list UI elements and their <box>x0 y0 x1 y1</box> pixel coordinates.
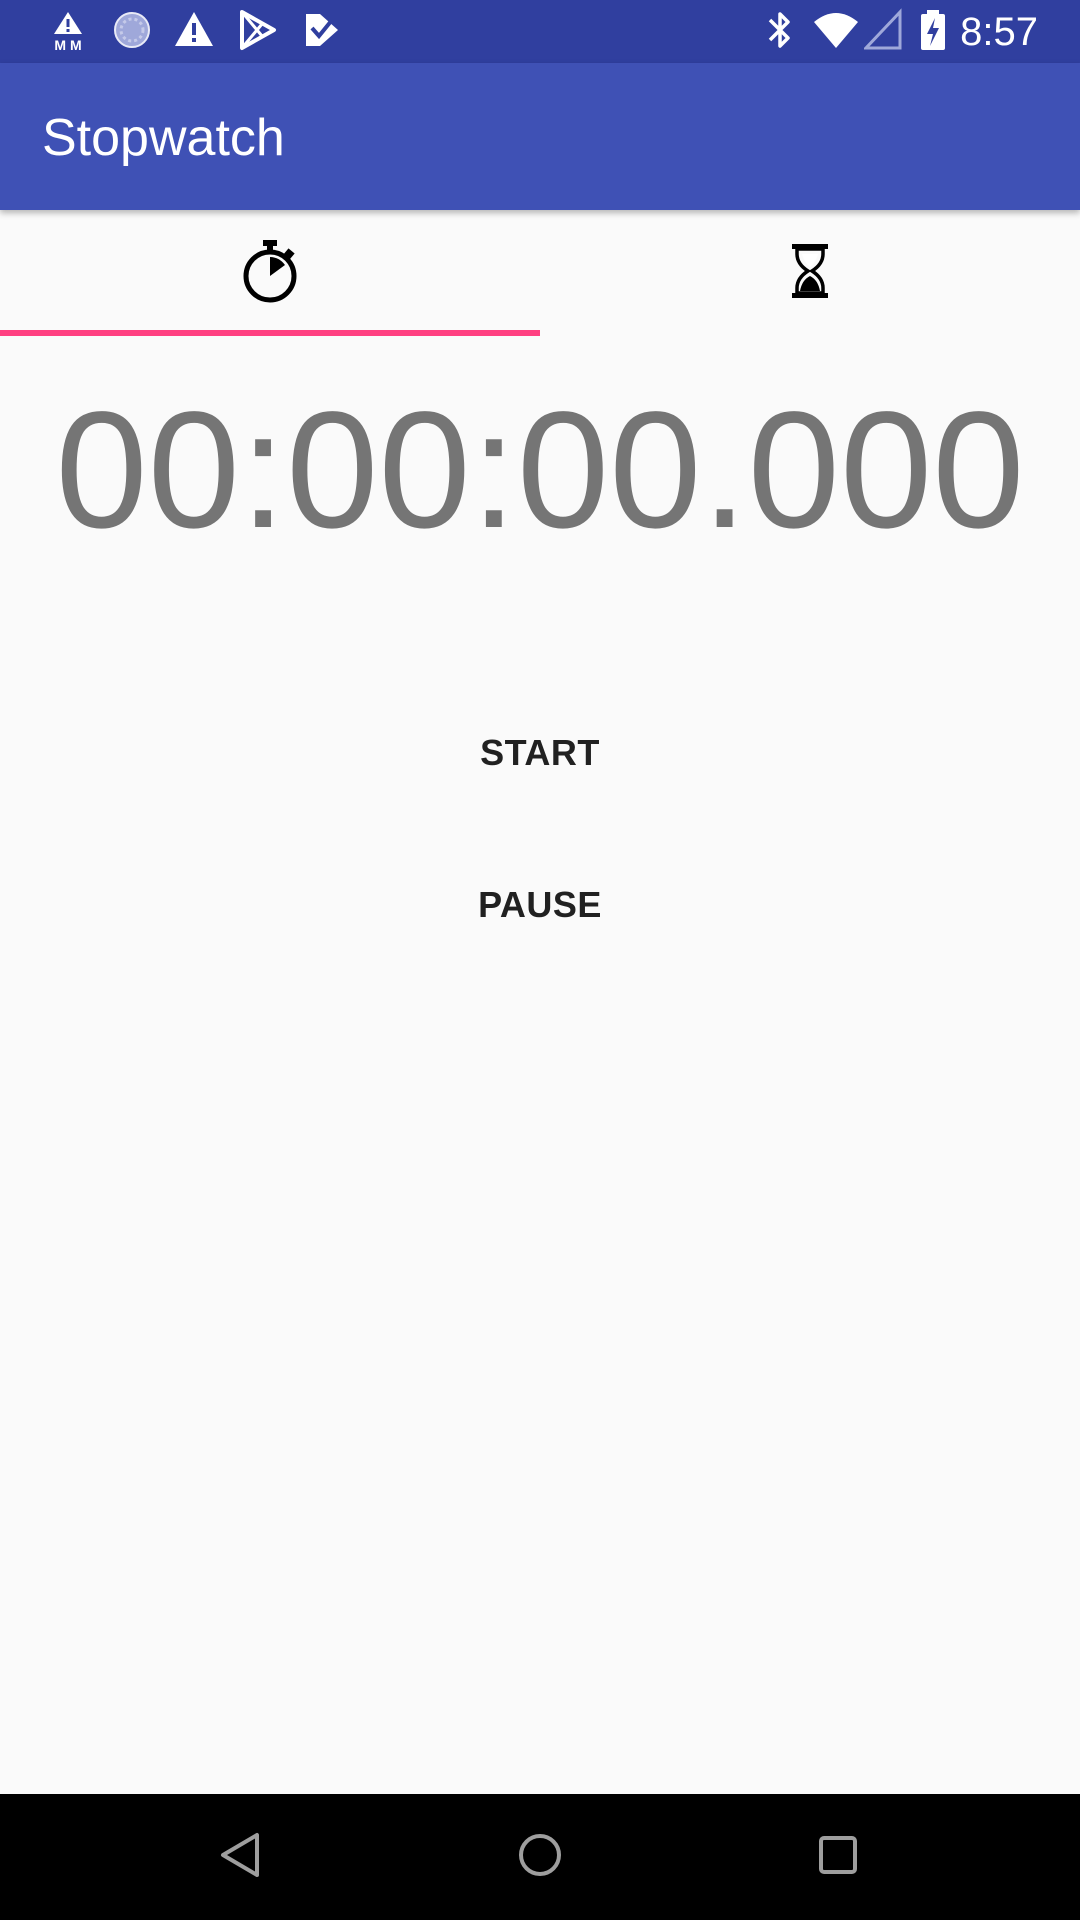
navigation-bar <box>0 1794 1080 1920</box>
back-icon <box>219 1831 263 1884</box>
start-button[interactable]: START <box>440 703 640 803</box>
home-button[interactable] <box>500 1817 580 1897</box>
bluetooth-icon <box>762 8 798 52</box>
tab-stopwatch[interactable] <box>0 210 540 336</box>
svg-text:M M: M M <box>54 37 81 52</box>
stopwatch-icon <box>241 238 299 309</box>
app-title: Stopwatch <box>42 109 285 167</box>
sync-circle-icon <box>110 8 154 52</box>
task-check-icon <box>300 8 344 52</box>
status-time: 8:57 <box>960 10 1038 54</box>
home-icon <box>517 1832 563 1883</box>
tab-indicator <box>0 330 540 336</box>
stopwatch-time: 00:00:00.000 <box>55 378 1025 563</box>
recents-button[interactable] <box>798 1817 878 1897</box>
back-button[interactable] <box>201 1817 281 1897</box>
mm-alert-icon: M M <box>48 8 88 52</box>
pause-button[interactable]: PAUSE <box>440 855 640 955</box>
wifi-icon <box>812 8 860 52</box>
signal-icon <box>864 8 902 52</box>
tab-timer[interactable] <box>540 210 1080 336</box>
recents-icon <box>817 1834 859 1881</box>
warning-icon <box>172 8 216 52</box>
battery-charging-icon <box>918 8 948 52</box>
tab-bar <box>0 210 1080 336</box>
play-store-icon <box>236 8 280 52</box>
status-bar: M M 8:57 <box>0 0 1080 63</box>
app-bar: Stopwatch <box>0 63 1080 210</box>
hourglass-icon <box>788 242 832 305</box>
